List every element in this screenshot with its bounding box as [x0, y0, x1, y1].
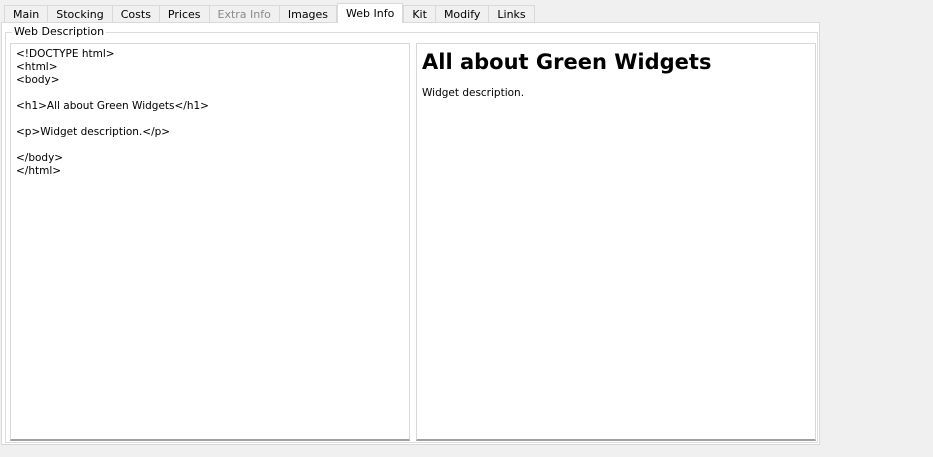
group-title: Web Description	[12, 25, 107, 39]
tab-links[interactable]: Links	[488, 5, 535, 23]
web-info-panel: Web Description <!DOCTYPE html> <html> <…	[1, 22, 820, 445]
tab-stocking[interactable]: Stocking	[47, 5, 113, 23]
tab-modify[interactable]: Modify	[434, 5, 490, 23]
tab-prices[interactable]: Prices	[158, 5, 210, 23]
tab-kit[interactable]: Kit	[403, 5, 436, 23]
tab-extra-info: Extra Info	[208, 5, 280, 23]
tab-main[interactable]: Main	[4, 5, 49, 23]
html-preview: All about Green Widgets Widget descripti…	[416, 43, 816, 441]
tab-bar: Main Stocking Costs Prices Extra Info Im…	[4, 3, 535, 23]
tab-web-info[interactable]: Web Info	[337, 3, 404, 23]
web-description-group: Web Description <!DOCTYPE html> <html> <…	[5, 25, 818, 443]
preview-heading: All about Green Widgets	[422, 50, 712, 74]
preview-paragraph: Widget description.	[422, 87, 525, 99]
tab-images[interactable]: Images	[278, 5, 338, 23]
html-source-editor[interactable]: <!DOCTYPE html> <html> <body> <h1>All ab…	[10, 43, 410, 441]
tab-costs[interactable]: Costs	[111, 5, 160, 23]
